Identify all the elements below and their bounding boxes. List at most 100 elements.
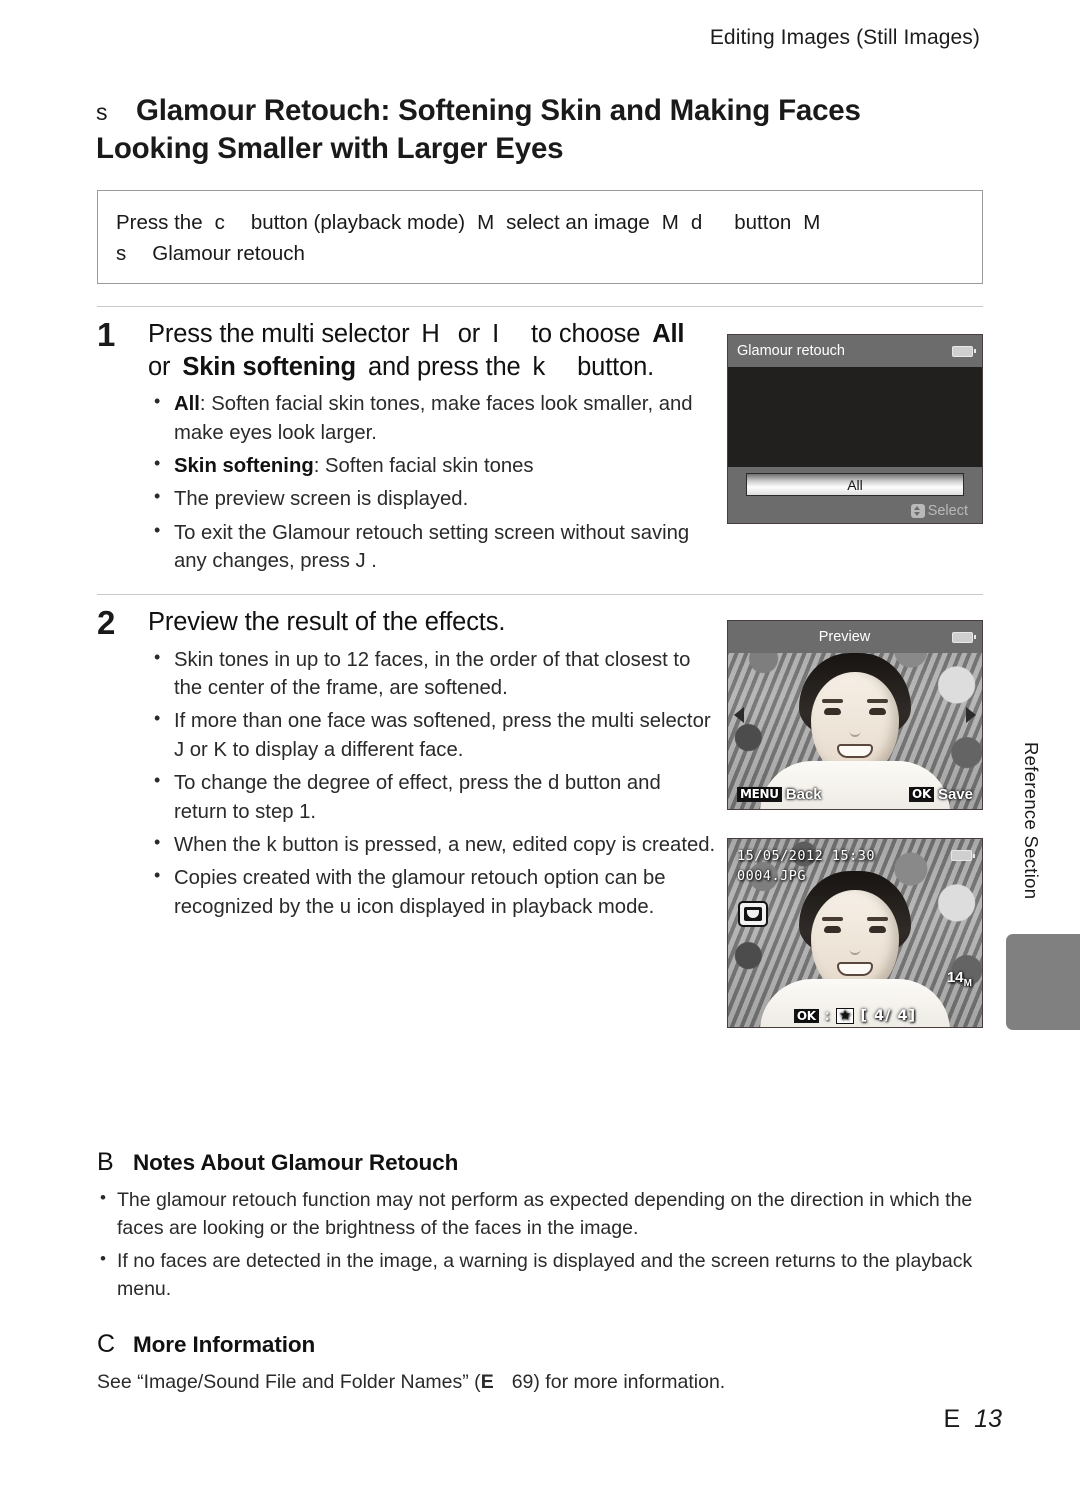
screen1-footer: All Select (728, 467, 982, 523)
step1-bullet-exit-text: To exit the Glamour retouch setting scre… (174, 521, 690, 573)
retouch-face-glyph (744, 907, 762, 921)
mouth (837, 961, 873, 976)
step-1-heading: Press the multi selector Hor Ito choose All… (148, 318, 717, 383)
step1-head-e: button. (577, 352, 655, 381)
step-2-number: 2 (97, 604, 116, 641)
step-1-number: 1 (97, 316, 116, 353)
image-size-unit: M (963, 978, 972, 989)
step1-head-c: or (148, 352, 171, 381)
next-face-arrow-icon[interactable] (966, 707, 976, 723)
eyebrow-right (867, 916, 888, 921)
playback-shot-info: 15/05/2012 15:30 0004.JPG (737, 847, 875, 886)
step-divider-1 (97, 306, 983, 307)
page-title: s Glamour Retouch: Softening Skin and Mak… (96, 92, 956, 168)
screen2-back-label: Back (785, 786, 822, 803)
camera-screen-preview: Preview MENU Back OK Save (727, 620, 983, 810)
multi-selector-down-icon: I (492, 320, 499, 348)
up-down-arrow-icon (910, 504, 925, 518)
battery-icon (952, 345, 976, 357)
path-arrow-1-icon: M (477, 211, 495, 234)
screen2-save-label: Save (937, 786, 973, 803)
screen1-title: Glamour retouch (737, 343, 845, 359)
step1-bullet-exit: To exit the Glamour retouch setting scre… (148, 518, 717, 576)
playback-button-icon: c (214, 211, 225, 234)
eye-right (869, 925, 886, 933)
page-prefix: E (943, 1405, 961, 1433)
section-symbol-icon: s (96, 99, 108, 125)
step2-bullet-4: When the k button is pressed, a new, edi… (148, 830, 717, 859)
screen2-title: Preview (818, 629, 871, 645)
image-size-badge: 14M (947, 969, 972, 989)
image-size-value: 14 (946, 969, 964, 986)
favorite-star-icon: ★ (835, 1008, 855, 1024)
path-text-a: Press the (116, 211, 203, 234)
notes-heading-text: Notes About Glamour Retouch (133, 1150, 459, 1175)
image-filename: 0004.JPG (737, 867, 807, 884)
path-text-c: select an image (506, 211, 650, 234)
eyebrow-left (822, 698, 843, 703)
nose (849, 942, 861, 955)
eye-right (869, 707, 886, 715)
eye-left (824, 925, 841, 933)
step1-head-b: to choose (531, 320, 641, 348)
screen2-save-hint[interactable]: OK Save (909, 786, 973, 803)
step1-head-skin: Skin softening (182, 352, 356, 381)
step1-head-d: and press the (367, 352, 521, 381)
screen1-select-hint: Select (910, 503, 968, 519)
ok-button-tag: OK (909, 787, 934, 802)
reference-section-tab-label: Reference Section (1021, 742, 1042, 900)
page-title-line2: Looking Smaller with Larger Eyes (96, 131, 564, 165)
battery-icon (952, 631, 976, 643)
more-information-block: C More Information See “Image/Sound File … (97, 1330, 987, 1397)
step1-bullet-preview-text: The preview screen is displayed. (174, 488, 469, 511)
page-footer: E 13 (944, 1405, 1003, 1434)
menu-path-line-2: s Glamour retouch (116, 238, 964, 269)
more-info-text: See “Image/Sound File and Folder Names” … (97, 1369, 987, 1397)
reference-section-symbol-icon: E (480, 1371, 494, 1393)
step1-head-all: All (652, 320, 685, 348)
camera-screen-glamour-retouch: Glamour retouch All Select (727, 334, 983, 524)
path-text-b: button (playback mode) (250, 211, 466, 234)
option-all-button[interactable]: All (746, 473, 964, 496)
caution-mark-icon: B (97, 1148, 114, 1176)
more-info-text-b: 69) for more information. (511, 1371, 726, 1393)
screen1-dark-area (728, 367, 982, 469)
screen2-back-hint[interactable]: MENU Back (737, 786, 822, 803)
step-2-heading: Preview the result of the effects. (148, 606, 717, 639)
step-divider-2 (97, 594, 983, 595)
capture-datetime: 15/05/2012 15:30 (737, 848, 876, 864)
menu-path-line-1: Press the c button (playback mode) Mselect … (116, 207, 964, 238)
step1-bullet-skin: Skin softening: Soften facial skin tones (148, 451, 717, 480)
step1-bullet-skin-text: : Soften facial skin tones (313, 455, 534, 478)
eyebrow-left (822, 916, 843, 921)
screen1-select-label: Select (927, 503, 968, 519)
more-info-text-a: See “Image/Sound File and Folder Names” … (97, 1371, 481, 1393)
path-menu-item-label: Glamour retouch (152, 242, 305, 266)
prev-face-arrow-icon[interactable] (734, 707, 744, 723)
step2-bullet-3: To change the degree of effect, press th… (148, 768, 717, 826)
step1-bullet-all-term: All (174, 393, 200, 416)
battery-icon (951, 850, 975, 861)
info-mark-icon: C (97, 1330, 115, 1358)
running-header: Editing Images (Still Images) (709, 26, 980, 49)
menu-path-box: Press the c button (playback mode) Mselect … (97, 190, 983, 285)
camera-screen-playback: 15/05/2012 15:30 0004.JPG 14M OK : ★ [ 4… (727, 838, 983, 1028)
screen2-titlebar: Preview (728, 621, 982, 653)
notes-list: The glamour retouch function may not per… (97, 1186, 987, 1304)
reference-section-tab-marker (1006, 934, 1080, 1030)
step2-bullet-5: Copies created with the glamour retouch … (148, 863, 717, 921)
multi-selector-up-icon: H (421, 320, 440, 348)
path-arrow-3-icon: M (803, 211, 821, 234)
step-2-bullets: Skin tones in up to 12 faces, in the ord… (148, 645, 717, 922)
ok-button-icon: k (532, 352, 546, 381)
step-1: 1 Press the multi selector Hor Ito choose A… (97, 318, 717, 581)
page-number: 13 (974, 1405, 1002, 1433)
step2-bullet-2: If more than one face was softened, pres… (148, 706, 717, 764)
step1-bullet-all: All: Soften facial skin tones, make face… (148, 389, 717, 447)
notes-about-glamour-retouch: B Notes About Glamour Retouch The glamour… (97, 1148, 987, 1310)
menu-button-tag: MENU (737, 787, 782, 802)
step1-bullet-skin-term: Skin softening (174, 455, 314, 478)
path-text-d: button (734, 211, 792, 234)
step2-bullet-1: Skin tones in up to 12 faces, in the ord… (148, 645, 717, 703)
glamour-retouch-badge-icon (738, 901, 768, 927)
